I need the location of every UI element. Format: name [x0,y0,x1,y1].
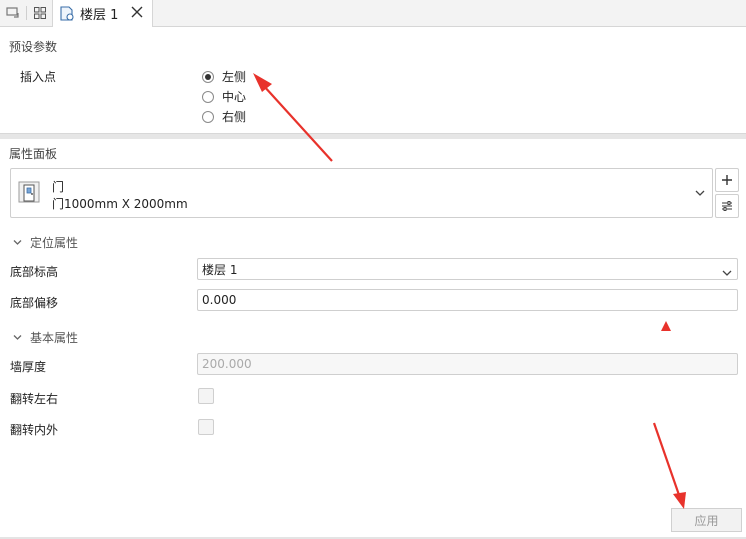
arrow-head-top [253,73,272,92]
arrow-shaft-bottom [652,422,681,496]
arrow-shaft-top [262,84,333,162]
arrow-head-bottom [673,492,686,509]
marker-triangle [661,321,671,331]
annotation-arrows [253,73,686,509]
